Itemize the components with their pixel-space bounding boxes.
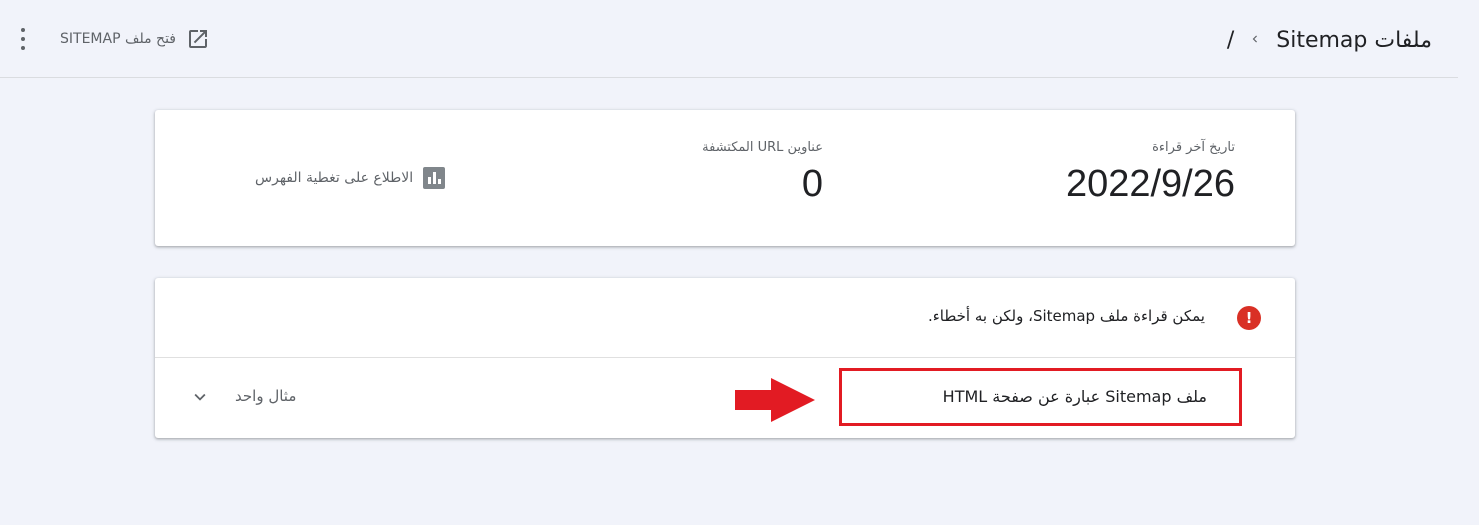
error-message: يمكن قراءة ملف Sitemap، ولكن به أخطاء. [927, 307, 1205, 325]
issue-example-count: مثال واحد [235, 387, 297, 405]
top-bar: فتح ملف SITEMAP ملفات Sitemap / [0, 0, 1458, 78]
more-vert-icon[interactable] [14, 26, 32, 52]
sitemap-issues-card: ! يمكن قراءة ملف Sitemap، ولكن به أخطاء.… [155, 278, 1295, 438]
last-read-stat: تاريخ آخر قراءة 2022/9/26 [1066, 140, 1235, 206]
issue-title: ملف Sitemap عبارة عن صفحة HTML [942, 387, 1207, 406]
open-sitemap-button[interactable]: فتح ملف SITEMAP [60, 25, 210, 53]
chevron-down-icon[interactable] [189, 386, 211, 408]
bar-chart-icon [423, 167, 446, 189]
discovered-urls-value: 0 [801, 163, 823, 205]
sitemap-summary-card: تاريخ آخر قراءة 2022/9/26 عناوين URL الم… [155, 110, 1295, 246]
view-index-coverage-label: الاطلاع على تغطية الفهرس [255, 170, 414, 186]
breadcrumb: ملفات Sitemap / [1227, 24, 1432, 56]
last-read-label: تاريخ آخر قراءة [1152, 140, 1235, 155]
chevron-left-icon [1248, 30, 1262, 51]
issue-example-row[interactable]: ملف Sitemap عبارة عن صفحة HTML مثال واحد [155, 358, 1295, 438]
discovered-urls-label: عناوين URL المكتشفة [702, 140, 823, 155]
last-read-value: 2022/9/26 [1065, 163, 1235, 205]
breadcrumb-current: / [1226, 27, 1235, 53]
open-sitemap-label: فتح ملف SITEMAP [60, 31, 176, 47]
error-row: ! يمكن قراءة ملف Sitemap، ولكن به أخطاء. [155, 278, 1295, 358]
error-icon: ! [1237, 306, 1261, 330]
discovered-urls-stat: عناوين URL المكتشفة 0 [702, 140, 823, 206]
open-in-new-icon [189, 30, 207, 48]
breadcrumb-sitemaps[interactable]: ملفات Sitemap [1276, 28, 1432, 53]
view-index-coverage-link[interactable]: الاطلاع على تغطية الفهرس [255, 167, 446, 189]
arrow-right-icon [735, 378, 815, 422]
